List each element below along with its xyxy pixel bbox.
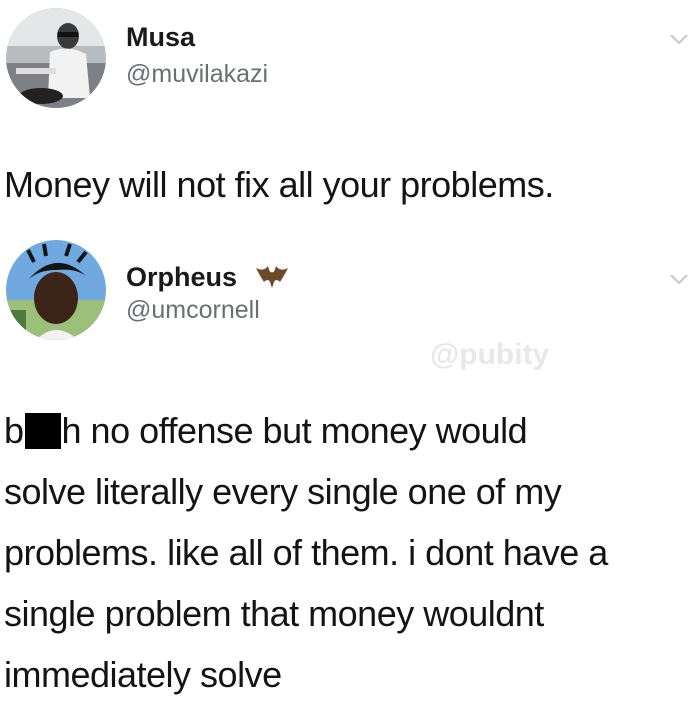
display-name[interactable]: Musa <box>126 22 195 53</box>
tweet-orpheus[interactable]: Orpheus @umcornell bh no offense but mon… <box>0 230 700 698</box>
tweet-text-line: solve literally every single one of my <box>4 471 562 512</box>
user-handle[interactable]: @umcornell <box>126 296 260 325</box>
tweet-text-line: bh no offense but money would <box>4 410 528 451</box>
tweet-text: bh no offense but money would solve lite… <box>4 400 694 705</box>
watermark: @pubity <box>430 338 550 371</box>
tweet-text-line: problems. like all of them. i dont have … <box>4 532 608 573</box>
avatar-orpheus[interactable] <box>6 240 106 340</box>
avatar-musa[interactable] <box>6 8 106 108</box>
censor-bar <box>24 413 61 449</box>
chevron-down-icon[interactable] <box>668 28 690 50</box>
tweet-text-line: single problem that money wouldnt <box>4 593 544 634</box>
user-handle[interactable]: @muvilakazi <box>126 60 268 89</box>
tweet-text-line: immediately solve <box>4 654 282 695</box>
display-name[interactable]: Orpheus <box>126 262 237 293</box>
chevron-down-icon[interactable] <box>668 268 690 290</box>
tweet-text: Money will not fix all your problems. <box>4 164 554 205</box>
bat-icon <box>256 266 288 288</box>
tweet-musa[interactable]: Musa @muvilakazi Money will not fix all … <box>0 0 700 230</box>
